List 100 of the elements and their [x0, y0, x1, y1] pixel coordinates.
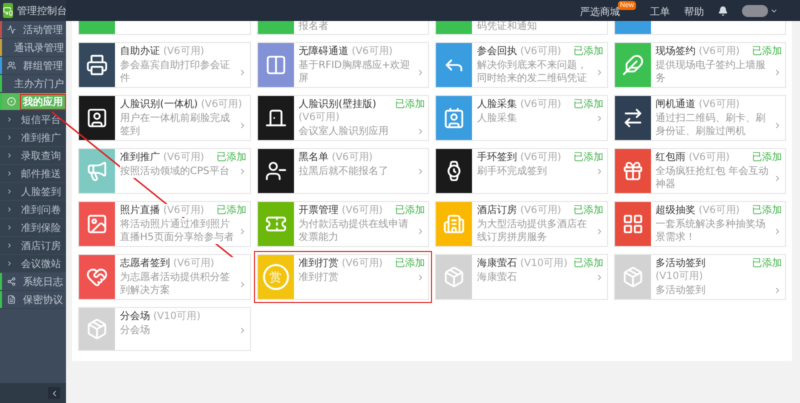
chevron-right-icon	[6, 152, 13, 159]
megaphone-icon	[86, 160, 108, 182]
app-card[interactable]: 闸机通道 (V6可用) 通过扫二维码、刷卡、刷身份证、刷脸过闸机	[614, 95, 786, 141]
document-icon	[7, 295, 16, 304]
app-card[interactable]: 自助办证 (V6可用) 参会嘉宾自助打印参会证件	[78, 42, 250, 88]
app-card[interactable]: 超级抽奖 (V6可用) 已添加 一套系统解决多种抽奖场景需求！	[614, 201, 786, 247]
added-status: 已添加	[216, 151, 246, 164]
app-card[interactable]: 分会场 (V10可用) 分会场	[78, 307, 250, 351]
app-card[interactable]: 多活动签到 (V10可用) 已添加 多活动签到	[614, 254, 786, 300]
sidebar-item-label: 保密协议	[22, 294, 64, 306]
app-card[interactable]: 志愿者签到 (V6可用) 为志愿者活动提供积分签到解决方案	[78, 254, 250, 300]
card-description: 报名者	[298, 21, 328, 34]
chevron-right-icon	[416, 68, 425, 76]
added-status: 已添加	[395, 257, 425, 270]
chevron-right-icon	[773, 120, 782, 130]
bell-icon[interactable]	[718, 6, 728, 16]
pulse-icon	[7, 25, 16, 34]
chevron-right-icon	[6, 260, 13, 267]
added-status: 已添加	[752, 257, 782, 270]
added-status: 已添加	[574, 98, 604, 111]
chevron-right-icon	[773, 174, 782, 182]
feather-icon	[622, 54, 644, 76]
reward-icon: 赏	[262, 264, 288, 290]
app-card[interactable]: 照片直播 (V6可用) 已添加 将活动照片通过准到照片直播H5页面分享给参与者	[78, 201, 250, 247]
sidebar-subitem[interactable]: 会议微站	[0, 255, 66, 273]
sidebar-subitem[interactable]: 邮件推送	[0, 165, 66, 183]
chevron-right-icon	[6, 242, 13, 249]
user-badge-icon	[86, 107, 108, 129]
app-card[interactable]: 人脸识别(壁挂版) (V6可用) 已添加 会议室人脸识别应用	[256, 95, 429, 141]
added-status: 已添加	[395, 204, 425, 217]
added-status: 已添加	[752, 204, 782, 217]
users-icon	[7, 61, 16, 70]
chevron-right-icon	[6, 134, 13, 141]
added-status: 已添加	[752, 151, 782, 164]
chevron-right-icon	[416, 127, 425, 136]
chevron-right-icon	[416, 226, 425, 236]
heart-hands-icon	[86, 266, 108, 288]
sidebar-item[interactable]: 保密协议	[0, 291, 66, 309]
sidebar-item[interactable]: 活动管理	[0, 21, 66, 39]
app-card[interactable]: 无障碍通道 (V6可用) 基于RFID胸牌感应+欢迎屏	[256, 42, 429, 88]
chevron-right-icon	[416, 167, 425, 176]
console-title: 管理控制台	[17, 4, 67, 18]
app-card[interactable]: 准到推广 (V6可用) 已添加 按照活动领域的CPS平台	[78, 148, 250, 194]
added-status: 已添加	[395, 98, 425, 111]
chevron-right-icon	[6, 206, 13, 213]
app-card[interactable]: 海康萤石 (V10可用) 已添加 海康萤石	[435, 254, 608, 300]
sidebar-subitem[interactable]: 录取查询	[0, 147, 66, 165]
sidebar-subitem[interactable]: 酒店订房	[0, 237, 66, 255]
sidebar-item[interactable]: 通讯录管理	[0, 39, 66, 57]
app-card[interactable]: 赏 准到打赏 (V6可用) 已添加 准到打赏	[256, 254, 429, 300]
added-status: 已添加	[216, 204, 246, 217]
chevron-right-icon	[6, 116, 13, 123]
building-icon	[443, 213, 465, 235]
share-icon	[7, 277, 16, 286]
app-card[interactable]: 手环签到 (V6可用) 已添加 刷手环完成签到	[435, 148, 608, 194]
card-description: 码凭证和通知	[476, 21, 537, 34]
package-icon	[86, 318, 108, 340]
app-card[interactable]: 酒店订房 (V6可用) 已添加 为大型活动提供多酒店在线订房拼房服务	[435, 201, 608, 247]
chevron-right-icon	[6, 224, 13, 231]
app-card[interactable]: 人脸采集 (V6可用) 已添加 人脸采集	[435, 95, 608, 141]
chevron-right-icon	[773, 68, 782, 76]
package-icon	[443, 266, 465, 288]
added-status: 已添加	[574, 257, 604, 270]
collapse-button[interactable]	[48, 387, 60, 399]
sidebar-item-label: 主办方门户	[13, 78, 65, 90]
header-link[interactable]: 严选商城	[580, 5, 620, 19]
sidebar-subitem[interactable]: 准到问卷	[0, 201, 66, 219]
sidebar-item[interactable]: 系统日志	[0, 273, 66, 291]
app-card[interactable]: 参会回执 (V6可用) 已添加 解决你到底来不来问题，同时给来的发二维码凭证	[435, 42, 608, 88]
app-card[interactable]: 人脸识别(一体机) (V6可用) 用户在一体机前刷脸完成签到	[78, 95, 250, 141]
sidebar-item-label: 活动管理	[22, 24, 64, 36]
added-status: 已添加	[752, 45, 782, 58]
header-link[interactable]: 工单	[650, 5, 670, 19]
sidebar-item-label: 通讯录管理	[13, 42, 65, 54]
app-card[interactable]: 现场签约 (V6可用) 已添加 提供现场电子签约上墙服务	[614, 42, 786, 88]
sidebar-subitem[interactable]: 人脸签到	[0, 183, 66, 201]
app-card[interactable]: 红包雨 (V6可用) 已添加 全场疯狂抢红包 年会互动神器	[614, 148, 786, 194]
sidebar-item[interactable]: 主办方门户	[0, 75, 66, 93]
header-link[interactable]: 帮助	[684, 5, 704, 19]
id-badge-icon	[443, 107, 465, 129]
grid-icon	[622, 213, 644, 235]
logo-icon	[3, 3, 13, 18]
image-icon	[86, 213, 108, 235]
added-status: 已添加	[574, 204, 604, 217]
app-card[interactable]: 黑名单 (V6可用) 拉黑后就不能报名了	[256, 148, 429, 194]
chevron-right-icon	[416, 273, 425, 282]
chevron-right-icon	[6, 188, 13, 195]
card-title: 志愿者签到 (V6可用)	[120, 257, 246, 270]
printer-icon	[86, 54, 108, 76]
user-minus-icon	[264, 160, 286, 182]
sidebar-subitem[interactable]: 准到保险	[0, 219, 66, 237]
avatar[interactable]	[742, 4, 768, 16]
app-card[interactable]: 开票管理 (V6可用) 已添加 为付款活动提供在线申请发票能力	[256, 201, 429, 247]
app-card[interactable]	[614, 21, 786, 35]
sidebar-item[interactable]: 群组管理	[0, 57, 66, 75]
gift-icon	[622, 160, 644, 182]
added-status: 已添加	[574, 151, 604, 164]
chevron-right-icon	[773, 226, 782, 236]
sidebar-subitem[interactable]: 准到推广	[0, 129, 66, 147]
sidebar-item-label: 系统日志	[22, 276, 64, 288]
